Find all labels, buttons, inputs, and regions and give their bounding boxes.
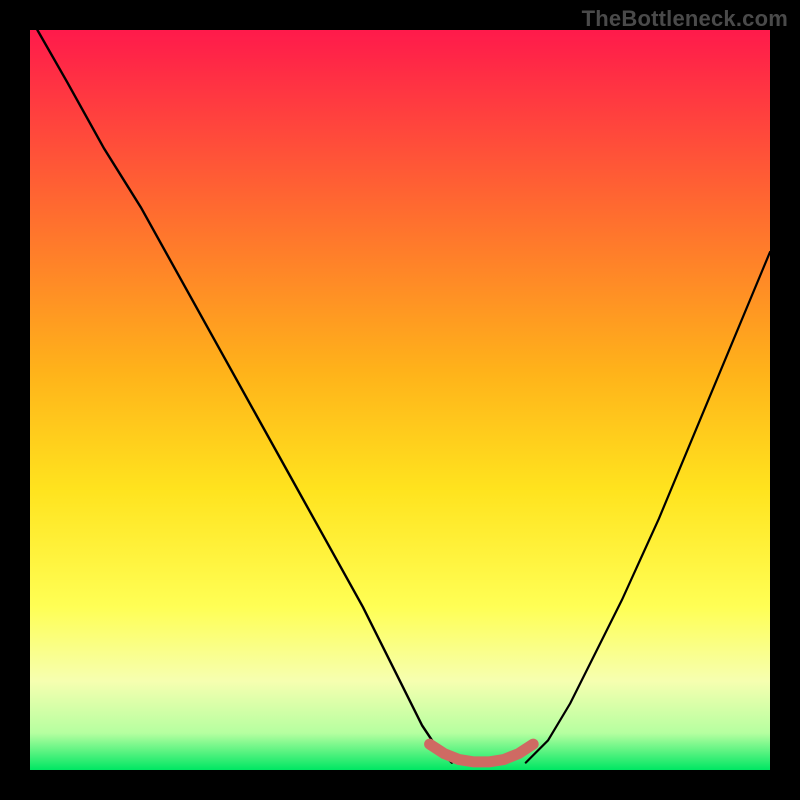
bottleneck-chart [30, 30, 770, 770]
watermark-text: TheBottleneck.com [582, 6, 788, 32]
chart-frame: TheBottleneck.com [0, 0, 800, 800]
gradient-background [30, 30, 770, 770]
